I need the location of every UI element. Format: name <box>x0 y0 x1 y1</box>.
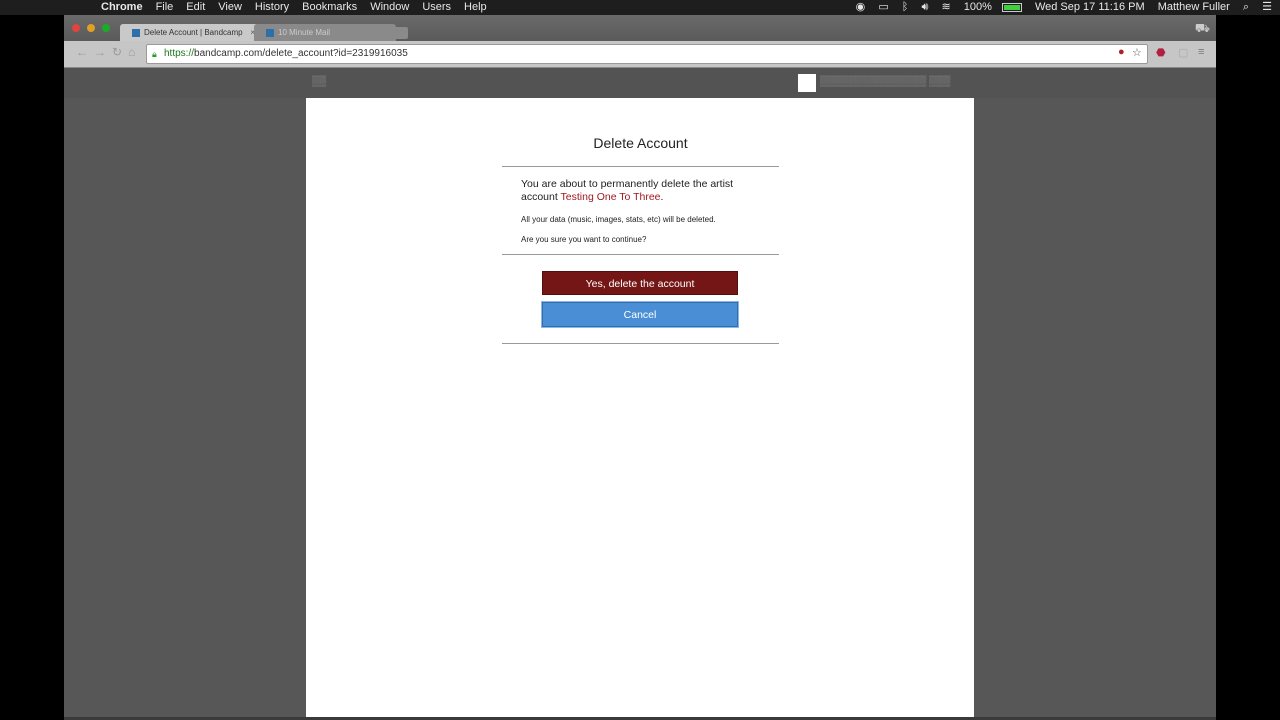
mail-favicon-icon <box>266 28 274 37</box>
menu-window[interactable]: Window <box>370 1 409 13</box>
menu-users[interactable]: Users <box>422 1 451 13</box>
bandcamp-favicon-icon <box>132 28 140 37</box>
user-name[interactable]: Matthew Fuller <box>1158 1 1230 13</box>
home-icon[interactable]: ⌂ <box>128 45 135 59</box>
battery-icon[interactable] <box>1001 2 1022 12</box>
bluetooth-icon[interactable]: ᛒ <box>902 1 909 13</box>
lock-icon: 🔒︎ <box>152 49 157 59</box>
minimize-window-button[interactable] <box>87 24 95 32</box>
menu-chrome[interactable]: Chrome <box>101 1 143 13</box>
adblock-icon[interactable]: ⬣ <box>1156 46 1166 59</box>
mac-menu-bar: Chrome File Edit View History Bookmarks Window… <box>0 0 1280 15</box>
delete-account-button[interactable]: Yes, delete the account <box>542 271 738 295</box>
profile-icon[interactable]: ⛟ <box>1195 21 1210 37</box>
tab-label: 10 Minute Mail <box>278 28 331 37</box>
search-icon[interactable]: ⌕ <box>1243 1 1249 13</box>
header-user-menu-icon[interactable]: ▒▒▒▒▒▒▒▒▒▒▒▒▒▒▒ ▒▒▒ <box>820 76 950 87</box>
menu-history[interactable]: History <box>255 1 289 13</box>
divider <box>502 254 779 255</box>
menu-edit[interactable]: Edit <box>186 1 205 13</box>
bandcamp-header: ▒▒ ▒▒▒▒▒▒▒▒▒▒▒▒▒▒▒ ▒▒▒ <box>64 68 1216 98</box>
back-icon[interactable]: ← <box>76 45 88 59</box>
datetime[interactable]: Wed Sep 17 11:16 PM <box>1035 1 1145 13</box>
notification-center-icon[interactable]: ☰ <box>1262 1 1272 13</box>
tab-strip: Delete Account | Bandcamp × 10 Minute Ma… <box>64 15 1216 41</box>
zoom-window-button[interactable] <box>102 24 110 32</box>
record-icon[interactable]: ◉ <box>856 1 866 13</box>
avatar[interactable] <box>798 74 816 92</box>
extension-placeholder-icon[interactable]: ▢ <box>1178 46 1188 59</box>
display-icon[interactable]: ▭ <box>878 1 888 13</box>
reload-icon[interactable]: ↻ <box>112 45 122 59</box>
menu-view[interactable]: View <box>218 1 242 13</box>
tab-delete-account[interactable]: Delete Account | Bandcamp × <box>120 24 260 41</box>
address-bar[interactable]: 🔒︎ https://bandcamp.com/delete_account?i… <box>146 44 1148 64</box>
menu-bookmarks[interactable]: Bookmarks <box>302 1 357 13</box>
menu-file[interactable]: File <box>156 1 174 13</box>
page-content: Delete Account You are about to permanen… <box>306 98 974 720</box>
browser-toolbar: ← → ↻ ⌂ 🔒︎ https://bandcamp.com/delete_a… <box>64 41 1216 68</box>
bookmark-star-icon[interactable]: ☆ <box>1132 46 1142 59</box>
menu-help[interactable]: Help <box>464 1 487 13</box>
artist-name: Testing One To Three <box>560 191 661 203</box>
app-menu: Chrome File Edit View History Bookmarks Window… <box>101 0 500 15</box>
status-area: ◉ ▭ ᛒ 🔊︎ ≋ 100% Wed Sep 17 11:16 PM Matt… <box>846 0 1272 15</box>
extension-icon[interactable]: ● <box>1118 46 1125 58</box>
tab-label: Delete Account | Bandcamp <box>144 28 243 37</box>
close-window-button[interactable] <box>72 24 80 32</box>
browser-window: Delete Account | Bandcamp × 10 Minute Ma… <box>64 15 1216 720</box>
chrome-menu-icon[interactable]: ≡ <box>1198 46 1204 58</box>
confirm-question: Are you sure you want to continue? <box>521 235 647 244</box>
volume-icon[interactable]: 🔊︎ <box>921 1 928 13</box>
data-deleted-note: All your data (music, images, stats, etc… <box>521 215 716 224</box>
url-text: https://bandcamp.com/delete_account?id=2… <box>164 48 408 59</box>
page-title: Delete Account <box>593 135 688 151</box>
warning-message: You are about to permanently delete the … <box>521 178 734 203</box>
header-link-icon[interactable]: ▒▒ <box>312 76 326 87</box>
divider <box>502 166 779 167</box>
battery-percent[interactable]: 100% <box>964 1 992 13</box>
new-tab-button[interactable] <box>388 27 408 39</box>
tab-10-minute-mail[interactable]: 10 Minute Mail <box>254 24 396 41</box>
cancel-button[interactable]: Cancel <box>541 301 739 328</box>
divider <box>502 343 779 344</box>
wifi-icon[interactable]: ≋ <box>941 1 950 13</box>
forward-icon[interactable]: → <box>94 45 106 59</box>
